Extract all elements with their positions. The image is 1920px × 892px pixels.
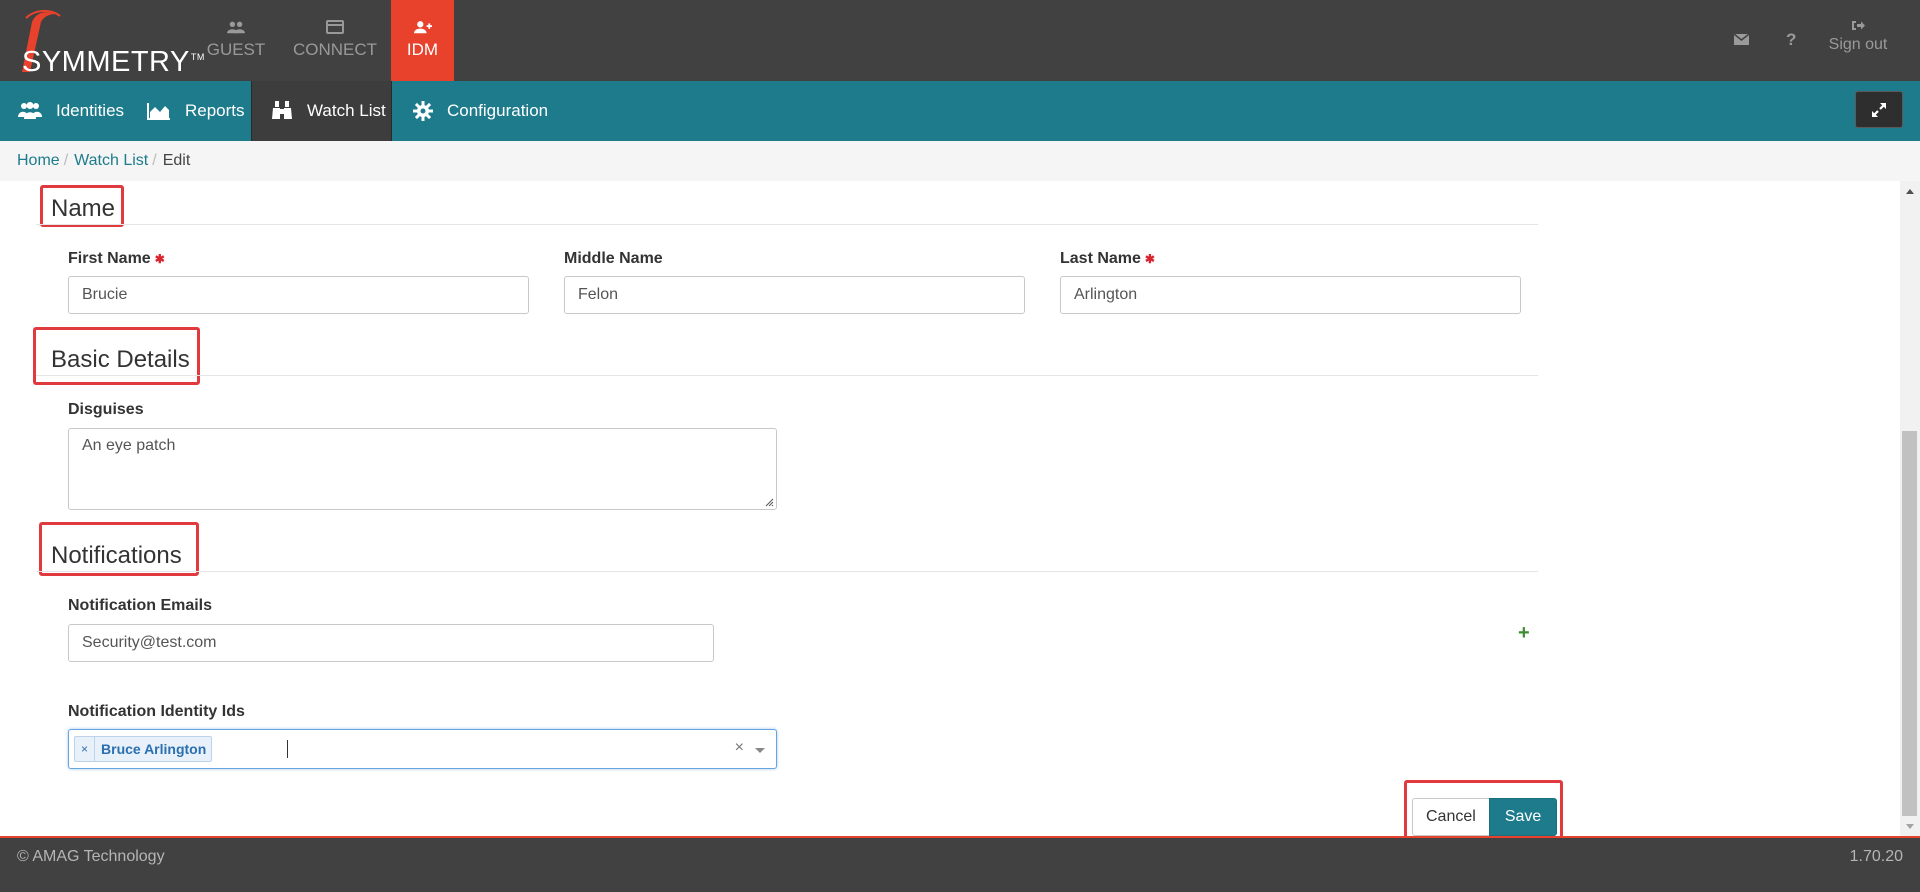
scroll-thumb[interactable] xyxy=(1902,431,1917,816)
mail-button[interactable] xyxy=(1733,0,1753,81)
nav-item-label: Identities xyxy=(56,101,125,120)
app-tab-guest[interactable]: GUEST xyxy=(192,0,280,81)
dropdown-arrow-icon[interactable] xyxy=(755,748,765,753)
users-icon xyxy=(18,102,42,119)
app-tab-connect[interactable]: CONNECT xyxy=(291,0,379,81)
section-divider xyxy=(36,375,1538,376)
sign-out-label: Sign out xyxy=(1828,36,1888,53)
question-icon: ? xyxy=(1786,30,1797,49)
identity-tag: × Bruce Arlington xyxy=(74,736,213,762)
logo-text: SYMMETRYTM xyxy=(22,46,205,78)
breadcrumb-home[interactable]: Home xyxy=(17,152,60,170)
app-tab-label: GUEST xyxy=(206,40,266,59)
required-icon: ✱ xyxy=(1144,252,1155,266)
sign-out-icon xyxy=(1852,21,1865,30)
module-nav-bar: Identities Reports Watch List Configurat… xyxy=(0,81,1920,141)
copyright-text: © AMAG Technology xyxy=(17,848,165,865)
app-tab-label: CONNECT xyxy=(292,40,378,59)
nav-item-label: Reports xyxy=(185,101,245,120)
card-icon xyxy=(326,20,344,34)
edit-form: Name First Name ✱ Brucie Middle Name Felo… xyxy=(0,181,1900,854)
user-plus-icon xyxy=(413,21,432,34)
vertical-scrollbar[interactable] xyxy=(1900,181,1920,837)
middle-name-input[interactable]: Felon xyxy=(564,276,1025,314)
nav-item-label: Configuration xyxy=(447,101,549,120)
footer: © AMAG Technology 1.70.20 xyxy=(0,838,1920,892)
app-tab-label: IDM xyxy=(406,40,439,59)
section-title-name: Name xyxy=(51,195,116,222)
scroll-up-arrow[interactable] xyxy=(1906,189,1914,194)
first-name-label: First Name ✱ xyxy=(68,250,165,267)
disguises-value: An eye patch xyxy=(82,437,176,454)
form-actions: Cancel Save xyxy=(1412,798,1558,836)
clear-selection-button[interactable]: × xyxy=(735,739,744,757)
breadcrumb-current: Edit xyxy=(162,152,191,169)
nav-item-reports[interactable]: Reports xyxy=(147,81,245,141)
app-tab-idm[interactable]: IDM xyxy=(391,0,454,81)
section-divider xyxy=(36,224,1538,225)
section-divider xyxy=(36,571,1538,572)
nav-item-label: Watch List xyxy=(307,101,386,120)
binoculars-icon xyxy=(272,101,292,119)
expand-button[interactable] xyxy=(1855,91,1903,128)
notification-emails-label: Notification Emails xyxy=(68,597,213,614)
notification-identity-select[interactable]: × Bruce Arlington × xyxy=(68,729,777,769)
nav-item-identities[interactable]: Identities xyxy=(18,81,124,141)
disguises-textarea[interactable]: An eye patch xyxy=(68,428,777,510)
required-icon: ✱ xyxy=(154,252,165,266)
section-title-notifications: Notifications xyxy=(51,542,182,569)
gear-icon xyxy=(413,101,433,121)
tag-remove-button[interactable]: × xyxy=(75,737,96,761)
breadcrumb: Home / Watch List / Edit xyxy=(0,141,1920,181)
users-icon xyxy=(227,21,245,34)
last-name-label: Last Name ✱ xyxy=(1060,250,1155,267)
breadcrumb-separator: / xyxy=(63,152,69,169)
sign-out-button[interactable]: Sign out xyxy=(1825,20,1891,54)
area-chart-icon xyxy=(147,103,170,120)
envelope-icon xyxy=(1734,34,1749,45)
middle-name-label: Middle Name xyxy=(564,250,663,267)
notification-email-input[interactable]: Security@test.com xyxy=(68,624,714,662)
expand-icon xyxy=(1872,102,1886,117)
section-title-basic-details: Basic Details xyxy=(51,346,190,373)
symmetry-logo[interactable]: SYMMETRYTM xyxy=(8,8,204,78)
add-email-button[interactable]: + xyxy=(1518,622,1530,645)
save-button[interactable]: Save xyxy=(1488,798,1558,836)
top-bar: SYMMETRYTM GUEST CONNECT IDM ? Sign out xyxy=(0,0,1920,81)
text-caret xyxy=(287,740,288,758)
version-text: 1.70.20 xyxy=(1849,848,1903,865)
breadcrumb-watch-list[interactable]: Watch List xyxy=(74,152,148,170)
nav-item-configuration[interactable]: Configuration xyxy=(413,81,548,141)
first-name-input[interactable]: Brucie xyxy=(68,276,529,314)
nav-item-watch-list[interactable]: Watch List xyxy=(251,81,392,141)
identity-tag-label: Bruce Arlington xyxy=(101,741,207,757)
help-button[interactable]: ? xyxy=(1783,0,1803,81)
breadcrumb-separator: / xyxy=(152,152,157,169)
last-name-input[interactable]: Arlington xyxy=(1060,276,1521,314)
cancel-button[interactable]: Cancel xyxy=(1412,798,1489,836)
scroll-down-arrow[interactable] xyxy=(1906,824,1914,829)
resize-grip-icon[interactable] xyxy=(764,497,774,507)
notification-identity-ids-label: Notification Identity Ids xyxy=(68,703,245,720)
disguises-label: Disguises xyxy=(68,401,144,418)
